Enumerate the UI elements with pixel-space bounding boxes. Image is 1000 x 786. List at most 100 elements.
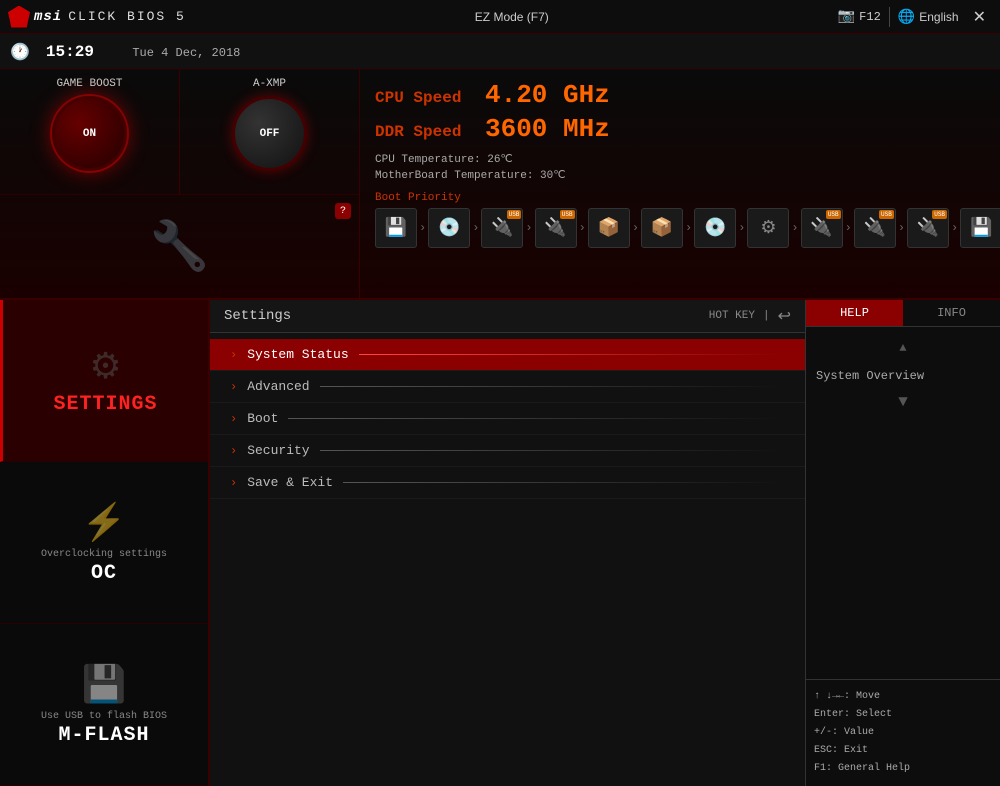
menu-item-save&exit[interactable]: › Save & Exit — [210, 467, 805, 499]
game-boost-section: GAME BOOST ON — [0, 70, 180, 194]
device-icon: 💾 — [970, 217, 992, 239]
time-value: 15:29 — [46, 43, 94, 61]
boot-device-5[interactable]: 📦 — [641, 208, 683, 248]
sidebar-item-oc[interactable]: ⚡ Overclocking settings OC — [0, 462, 208, 624]
game-boost-knob[interactable]: ON — [52, 96, 127, 171]
boost-panel: GAME BOOST ON A-XMP OFF ? — [0, 70, 360, 298]
device-icon: 🔌 — [491, 217, 513, 239]
menu-arrow-4: › — [230, 476, 237, 490]
menu-bar-0 — [359, 354, 785, 355]
keybind-3: ESC: Exit — [814, 742, 992, 760]
boot-arrow: › — [419, 221, 426, 235]
ddr-speed-label: DDR Speed — [375, 123, 475, 141]
msi-dragon-icon — [8, 6, 30, 28]
f12-label: F12 — [859, 10, 881, 24]
boot-device-3[interactable]: 🔌USB — [535, 208, 577, 248]
boot-device-10[interactable]: 🔌USB — [907, 208, 949, 248]
camera-icon: 📷 — [838, 8, 855, 25]
language-label: English — [919, 10, 958, 24]
temp-info: CPU Temperature: 26℃ MotherBoard Tempera… — [375, 152, 1000, 184]
device-icon: 🔌 — [810, 217, 832, 239]
keybind-2: +/-: Value — [814, 724, 992, 742]
settings-main: Settings HOT KEY | ↩ › System Status › A… — [210, 300, 805, 786]
boot-device-9[interactable]: 🔌USB — [854, 208, 896, 248]
help-keybinds: ↑ ↓→←: MoveEnter: Select+/-: ValueESC: E… — [806, 679, 1000, 786]
oc-icon: ⚡ — [82, 501, 127, 545]
menu-label-4: Save & Exit — [247, 475, 333, 490]
back-button[interactable]: ↩ — [778, 306, 791, 326]
boot-device-2[interactable]: 🔌USB — [481, 208, 523, 248]
bottom-area: ⚙ SETTINGS ⚡ Overclocking settings OC 💾 … — [0, 300, 1000, 786]
sidebar-item-settings[interactable]: ⚙ SETTINGS — [0, 300, 208, 462]
usb-badge: USB — [826, 210, 841, 219]
language-button[interactable]: 🌐 English — [898, 8, 959, 25]
close-button[interactable]: ✕ — [967, 7, 992, 27]
help-content: ▲ System Overview ▼ — [806, 327, 1000, 679]
boost-top: GAME BOOST ON A-XMP OFF — [0, 70, 359, 195]
boot-priority-label: Boot Priority — [375, 192, 1000, 204]
menu-label-2: Boot — [247, 411, 278, 426]
menu-label-3: Security — [247, 443, 309, 458]
device-icon: ⚙ — [760, 217, 776, 239]
boot-device-6[interactable]: 💿 — [694, 208, 736, 248]
boot-arrow: › — [632, 221, 639, 235]
cpu-speed-row: CPU Speed 4.20 GHz — [375, 80, 1000, 110]
device-icon: 🔌 — [864, 217, 886, 239]
boot-device-7[interactable]: ⚙ — [747, 208, 789, 248]
menu-item-boot[interactable]: › Boot — [210, 403, 805, 435]
menu-item-advanced[interactable]: › Advanced — [210, 371, 805, 403]
device-icon: 🔌 — [544, 217, 566, 239]
globe-icon: 🌐 — [898, 8, 915, 25]
boot-arrow: › — [898, 221, 905, 235]
boot-device-0[interactable]: 💾 — [375, 208, 417, 248]
cpu-speed-value: 4.20 GHz — [485, 80, 610, 110]
mb-temp: MotherBoard Temperature: 30℃ — [375, 168, 1000, 182]
device-icon: 🔌 — [917, 217, 939, 239]
boot-priority-area: Boot Priority 💾›💿›🔌USB›🔌USB›📦›📦›💿›⚙›🔌USB… — [375, 192, 1000, 248]
clock-icon: 🕐 — [10, 42, 30, 62]
boot-device-11[interactable]: 💾 — [960, 208, 1000, 248]
boot-arrow: › — [472, 221, 479, 235]
cpu-temp: CPU Temperature: 26℃ — [375, 152, 1000, 166]
menu-arrow-1: › — [230, 380, 237, 394]
usb-badge: USB — [932, 210, 947, 219]
settings-decoration: 🔧 — [135, 202, 225, 292]
keybind-0: ↑ ↓→←: Move — [814, 688, 992, 706]
boot-device-4[interactable]: 📦 — [588, 208, 630, 248]
menu-arrow-2: › — [230, 412, 237, 426]
mflash-icon: 💾 — [82, 663, 127, 707]
msi-brand-text: msi — [34, 9, 62, 25]
cpu-speed-label: CPU Speed — [375, 89, 475, 107]
info-bar: 🕐 15:29 Tue 4 Dec, 2018 — [0, 34, 1000, 70]
settings-icon: ⚙ — [89, 346, 121, 389]
tab-help[interactable]: HELP — [806, 300, 903, 326]
ez-mode-button[interactable]: EZ Mode (F7) — [463, 6, 561, 28]
menu-item-security[interactable]: › Security — [210, 435, 805, 467]
menu-label-1: Advanced — [247, 379, 309, 394]
game-boost-label: GAME BOOST — [56, 78, 122, 90]
keybind-4: F1: General Help — [814, 760, 992, 778]
axmp-label: A-XMP — [253, 78, 286, 90]
help-badge[interactable]: ? — [335, 203, 351, 219]
sidebar-item-mflash[interactable]: 💾 Use USB to flash BIOS M-FLASH — [0, 624, 208, 786]
boot-arrow: › — [525, 221, 532, 235]
menu-bar-2 — [288, 418, 785, 419]
tab-info[interactable]: INFO — [903, 300, 1000, 326]
axmp-knob[interactable]: OFF — [232, 96, 307, 171]
boot-device-1[interactable]: 💿 — [428, 208, 470, 248]
help-panel: HELP INFO ▲ System Overview ▼ ↑ ↓→←: Mov… — [805, 300, 1000, 786]
datetime-display: 15:29 Tue 4 Dec, 2018 — [46, 43, 240, 61]
device-icon: 📦 — [598, 217, 620, 239]
menu-item-systemstatus[interactable]: › System Status — [210, 339, 805, 371]
logo-area: msi CLICK BIOS 5 — [0, 6, 186, 28]
device-icon: 💾 — [385, 217, 407, 239]
main-content: GAME BOOST ON A-XMP OFF ? — [0, 70, 1000, 786]
sidebar-settings-title: SETTINGS — [53, 393, 157, 416]
f12-screenshot-button[interactable]: 📷 F12 — [838, 8, 881, 25]
top-bar: msi CLICK BIOS 5 EZ Mode (F7) 📷 F12 🌐 En… — [0, 0, 1000, 34]
mflash-title: M-FLASH — [58, 724, 149, 747]
boot-device-8[interactable]: 🔌USB — [801, 208, 843, 248]
menu-arrow-3: › — [230, 444, 237, 458]
top-right-controls: 📷 F12 🌐 English ✕ — [838, 7, 1000, 27]
boot-devices-list: 💾›💿›🔌USB›🔌USB›📦›📦›💿›⚙›🔌USB›🔌USB›🔌USB›💾 — [375, 208, 1000, 248]
